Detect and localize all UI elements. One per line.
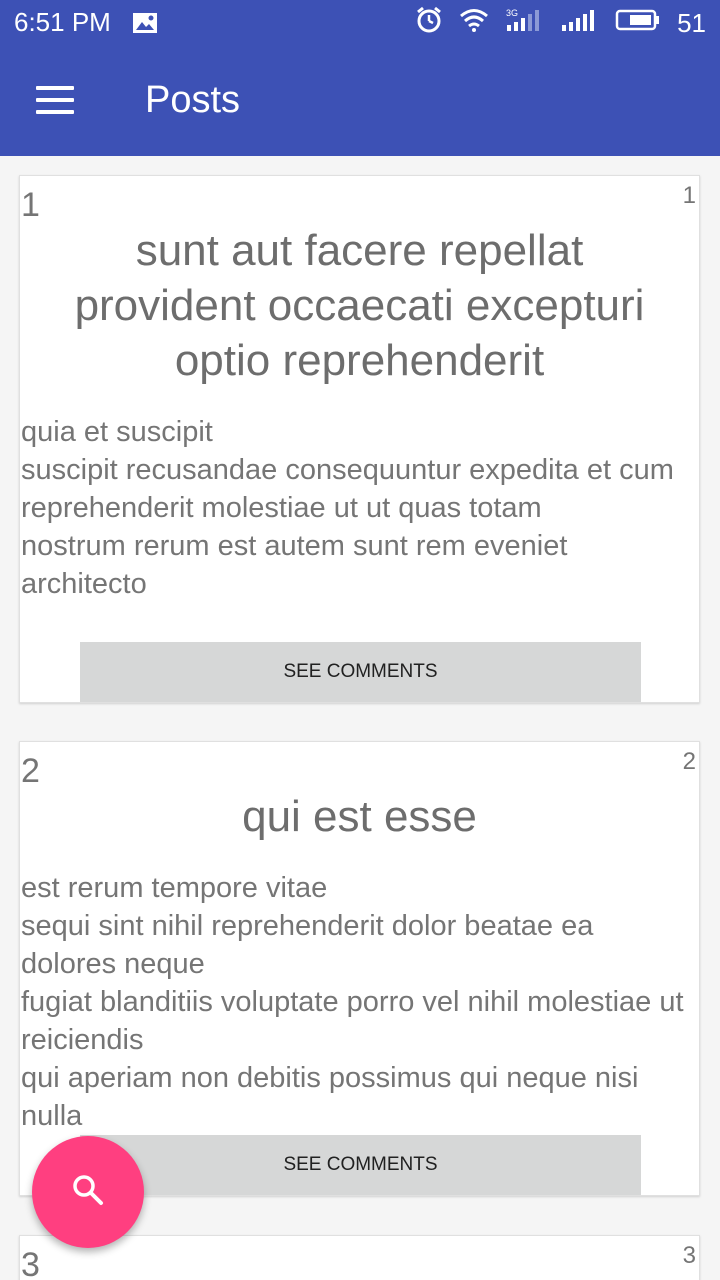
hamburger-menu-icon[interactable]	[36, 86, 76, 114]
posts-list[interactable]: 1 1 sunt aut facere repellat provident o…	[0, 156, 720, 1280]
battery-icon	[615, 8, 661, 39]
image-notification-icon	[132, 10, 158, 41]
post-card: 2 2 qui est esse est rerum tempore vitae…	[19, 741, 700, 1196]
post-user-id: 2	[682, 748, 696, 775]
search-icon	[70, 1172, 106, 1213]
status-time: 6:51 PM	[14, 7, 111, 37]
network-type-label: 3G	[506, 8, 518, 18]
post-id: 3	[21, 1246, 40, 1280]
status-bar: 6:51 PM 3G 51	[0, 0, 720, 44]
post-id: 2	[21, 752, 40, 790]
app-bar: Posts	[0, 44, 720, 156]
signal-3g-icon: 3G	[505, 7, 545, 40]
battery-level: 51	[677, 8, 706, 38]
post-card: 1 1 sunt aut facere repellat provident o…	[19, 175, 700, 703]
post-user-id: 3	[682, 1242, 696, 1269]
post-body: est rerum tempore vitae sequi sint nihil…	[21, 872, 684, 1132]
post-title: sunt aut facere repellat provident occae…	[74, 226, 645, 385]
post-id: 1	[21, 186, 40, 224]
post-title: qui est esse	[242, 792, 477, 841]
page-title: Posts	[145, 79, 241, 121]
alarm-icon	[415, 6, 443, 41]
post-user-id: 1	[682, 182, 696, 209]
wifi-icon	[459, 8, 489, 39]
see-comments-button[interactable]: SEE COMMENTS	[80, 1135, 641, 1195]
search-fab-button[interactable]	[32, 1136, 144, 1248]
see-comments-button[interactable]: SEE COMMENTS	[80, 642, 641, 702]
signal-icon	[561, 8, 599, 39]
post-body: quia et suscipit suscipit recusandae con…	[21, 416, 674, 600]
post-card: 3 3	[19, 1235, 700, 1280]
